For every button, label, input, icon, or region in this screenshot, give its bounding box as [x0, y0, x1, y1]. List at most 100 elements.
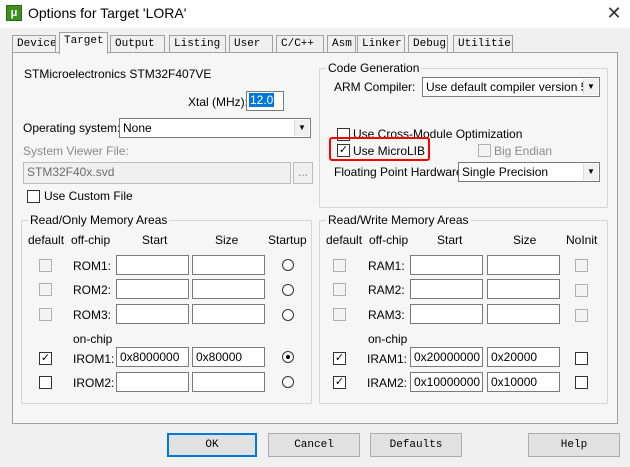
rom1-startup-radio[interactable]	[282, 259, 294, 271]
arm-compiler-select[interactable]: Use default compiler version 5 ▼	[422, 77, 600, 97]
tab-utilities[interactable]: Utilities	[453, 35, 513, 53]
ram-onchip-label: on-chip	[368, 332, 408, 346]
tab-linker[interactable]: Linker	[357, 35, 405, 53]
xtal-input[interactable]: 12.0	[246, 91, 284, 111]
ram-header-default: default	[326, 233, 363, 247]
tab-target[interactable]: Target	[59, 32, 108, 54]
ram3-label: RAM3:	[368, 308, 405, 322]
ram1-label: RAM1:	[368, 259, 405, 273]
rom2-start-input[interactable]	[116, 279, 189, 299]
tab-user[interactable]: User	[229, 35, 273, 53]
rom-header-size: Size	[215, 233, 239, 247]
rom-onchip-label: on-chip	[73, 332, 113, 346]
fp-hardware-label: Floating Point Hardware:	[334, 165, 467, 179]
custom-file-checkbox[interactable]	[27, 190, 40, 203]
iram2-noinit-checkbox[interactable]	[575, 376, 588, 389]
tab-strip: Device Target Output Listing User C/C++ …	[12, 32, 618, 54]
defaults-button[interactable]: Defaults	[370, 433, 462, 457]
ram3-default-checkbox[interactable]	[333, 308, 346, 321]
rom-header-start: Start	[142, 233, 168, 247]
svf-label: System Viewer File:	[23, 144, 129, 158]
rom3-startup-radio[interactable]	[282, 309, 294, 321]
ram-areas-legend: Read/Write Memory Areas	[326, 213, 471, 227]
irom1-start-input[interactable]: 0x8000000	[116, 347, 189, 367]
ram-header-noinit: NoInit	[566, 233, 598, 247]
ok-button[interactable]: OK	[167, 433, 257, 457]
microlib-highlight-box	[329, 137, 430, 161]
big-endian-checkbox[interactable]	[478, 144, 491, 157]
tab-asm[interactable]: Asm	[327, 35, 356, 53]
rom3-default-checkbox[interactable]	[39, 308, 52, 321]
ram-header-start: Start	[437, 233, 463, 247]
ram1-noinit-checkbox[interactable]	[575, 259, 588, 272]
rom2-size-input[interactable]	[192, 279, 265, 299]
irom1-default-checkbox[interactable]: ✓	[39, 352, 52, 365]
iram1-label: IRAM1:	[367, 352, 408, 366]
custom-file-label: Use Custom File	[44, 189, 133, 203]
device-name: STMicroelectronics STM32F407VE	[24, 67, 212, 81]
rom1-size-input[interactable]	[192, 255, 265, 275]
rom2-startup-radio[interactable]	[282, 284, 294, 296]
tab-listing[interactable]: Listing	[169, 35, 226, 53]
close-icon[interactable]: ✕	[598, 0, 630, 28]
ram1-size-input[interactable]	[487, 255, 560, 275]
rom2-default-checkbox[interactable]	[39, 283, 52, 296]
ram3-noinit-checkbox[interactable]	[575, 309, 588, 322]
code-generation-legend: Code Generation	[326, 61, 422, 75]
fp-hardware-select[interactable]: Single Precision ▼	[458, 162, 600, 182]
ram1-default-checkbox[interactable]	[333, 259, 346, 272]
ram2-noinit-checkbox[interactable]	[575, 284, 588, 297]
irom2-label: IROM2:	[73, 376, 115, 390]
irom2-startup-radio[interactable]	[282, 376, 294, 388]
rom3-size-input[interactable]	[192, 304, 265, 324]
iram1-size-input[interactable]: 0x20000	[487, 347, 560, 367]
ram2-default-checkbox[interactable]	[333, 283, 346, 296]
iram1-start-input[interactable]: 0x20000000	[410, 347, 483, 367]
tab-output[interactable]: Output	[110, 35, 165, 53]
irom1-startup-radio[interactable]	[282, 351, 294, 363]
ram2-label: RAM2:	[368, 283, 405, 297]
rom2-label: ROM2:	[73, 283, 112, 297]
chevron-down-icon: ▼	[294, 120, 309, 136]
irom2-start-input[interactable]	[116, 372, 189, 392]
svf-input[interactable]: STM32F40x.svd	[23, 162, 291, 184]
tab-debug[interactable]: Debug	[408, 35, 448, 53]
iram1-default-checkbox[interactable]: ✓	[333, 352, 346, 365]
os-select[interactable]: None ▼	[119, 118, 311, 138]
rom-header-default: default	[28, 233, 65, 247]
os-label: Operating system:	[23, 121, 121, 135]
tab-c-cpp[interactable]: C/C++	[276, 35, 324, 53]
irom2-default-checkbox[interactable]	[39, 376, 52, 389]
chevron-down-icon: ▼	[583, 164, 598, 180]
big-endian-label: Big Endian	[494, 144, 553, 158]
rom-header-offchip: off-chip	[71, 233, 111, 247]
ram1-start-input[interactable]	[410, 255, 483, 275]
svf-browse-button[interactable]: ...	[293, 162, 313, 184]
ram2-start-input[interactable]	[410, 279, 483, 299]
ram3-size-input[interactable]	[487, 304, 560, 324]
ram3-start-input[interactable]	[410, 304, 483, 324]
tab-device[interactable]: Device	[12, 35, 56, 53]
title-bar: μ Options for Target 'LORA' ✕	[0, 0, 630, 28]
irom1-label: IROM1:	[73, 352, 115, 366]
iram2-default-checkbox[interactable]: ✓	[333, 376, 346, 389]
arm-compiler-label: ARM Compiler:	[334, 80, 416, 94]
keil-app-icon: μ	[6, 5, 22, 21]
rom1-default-checkbox[interactable]	[39, 259, 52, 272]
irom2-size-input[interactable]	[192, 372, 265, 392]
rom3-start-input[interactable]	[116, 304, 189, 324]
ram-header-offchip: off-chip	[369, 233, 409, 247]
rom1-start-input[interactable]	[116, 255, 189, 275]
ram2-size-input[interactable]	[487, 279, 560, 299]
irom1-size-input[interactable]: 0x80000	[192, 347, 265, 367]
chevron-down-icon: ▼	[583, 79, 598, 95]
help-button[interactable]: Help	[528, 433, 620, 457]
iram1-noinit-checkbox[interactable]	[575, 352, 588, 365]
rom-header-startup: Startup	[268, 233, 307, 247]
window-title: Options for Target 'LORA'	[28, 5, 187, 21]
cancel-button[interactable]: Cancel	[268, 433, 360, 457]
iram2-start-input[interactable]: 0x10000000	[410, 372, 483, 392]
ram-header-size: Size	[513, 233, 537, 247]
rom1-label: ROM1:	[73, 259, 112, 273]
iram2-size-input[interactable]: 0x10000	[487, 372, 560, 392]
